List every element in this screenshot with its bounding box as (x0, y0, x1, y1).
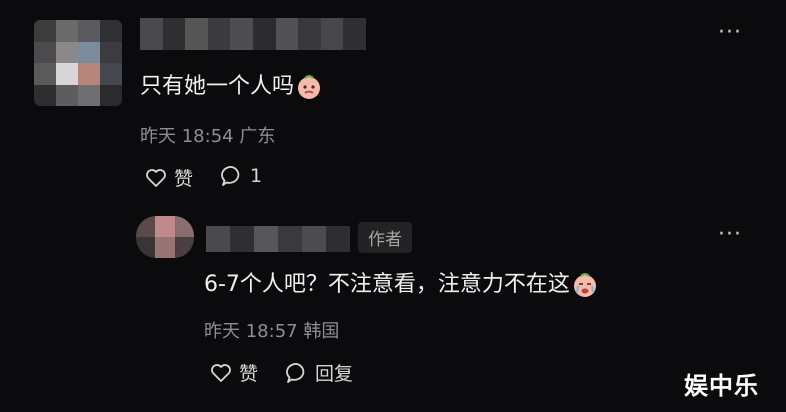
comment-bubble-icon (221, 166, 240, 186)
reply-button[interactable]: 回复 (285, 359, 353, 386)
reply-username-blurred[interactable] (206, 226, 352, 252)
author-badge: 作者 (358, 222, 412, 253)
comment-text: 只有她一个人吗 (140, 74, 295, 99)
reply-text-row: 6-7个人吧？不注意看，注意力不在这 (204, 272, 598, 298)
heart-icon (211, 363, 231, 382)
comment-timestamp: 昨天 18:54 广东 (140, 126, 276, 147)
reply-more-dots-icon[interactable]: ··· (718, 224, 742, 246)
heart-icon (146, 168, 166, 187)
emoji-icon (298, 75, 321, 99)
more-dots-icon[interactable]: ··· (718, 22, 742, 44)
comment-bubble-icon (286, 362, 305, 383)
reply-count-button[interactable]: 1 (220, 164, 262, 188)
reply-avatar[interactable] (136, 216, 194, 258)
reply-count: 1 (250, 165, 263, 187)
reply-label: 回复 (315, 363, 354, 385)
comment-text-row: 只有她一个人吗 (140, 74, 322, 100)
reply-text: 6-7个人吧？不注意看，注意力不在这 (204, 272, 570, 297)
like-button[interactable]: 赞 (144, 164, 193, 191)
avatar[interactable] (34, 20, 122, 106)
reply-like-label: 赞 (239, 363, 259, 385)
username-blurred[interactable] (140, 18, 366, 50)
watermark: 娱中乐 (684, 372, 759, 400)
reply-like-button[interactable]: 赞 (209, 359, 258, 386)
reply-timestamp: 昨天 18:57 韩国 (204, 321, 340, 342)
emoji-icon (573, 273, 596, 297)
like-label: 赞 (174, 168, 194, 190)
